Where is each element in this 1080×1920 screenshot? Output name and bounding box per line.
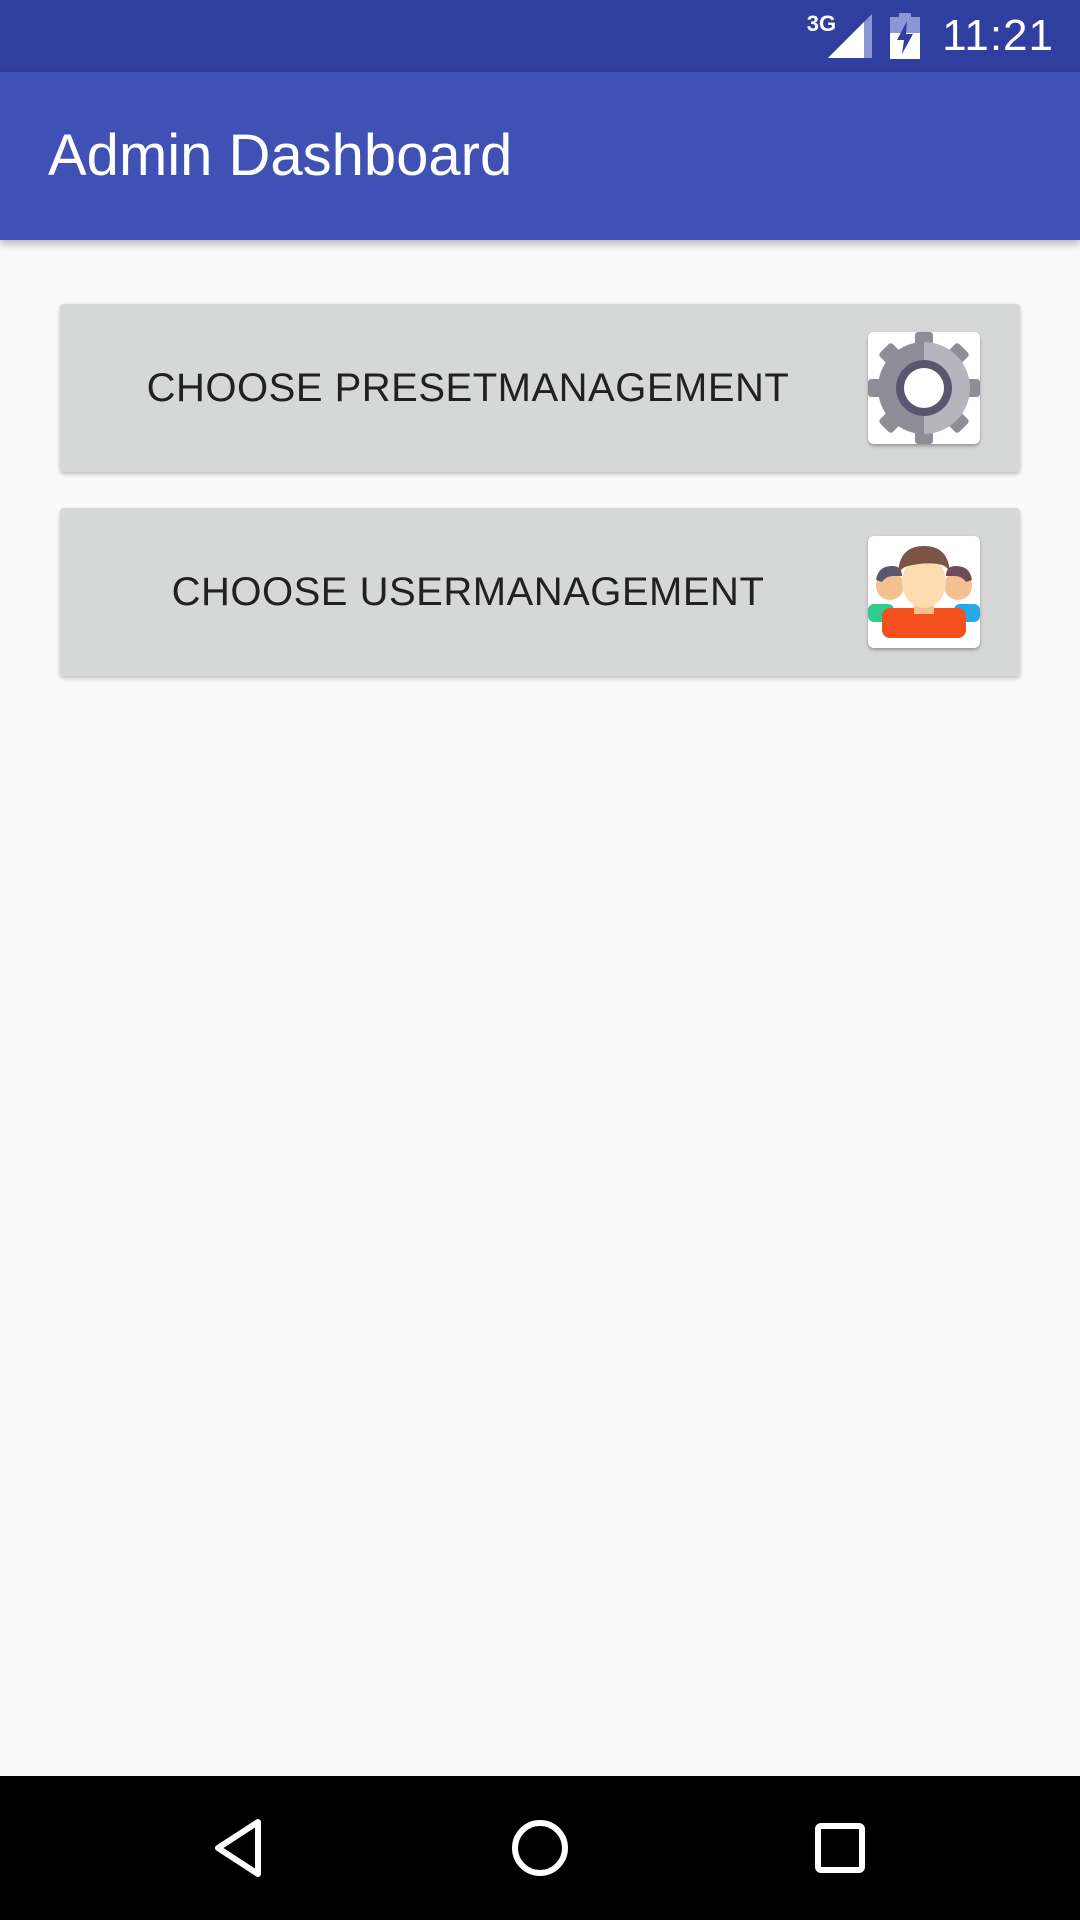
button-label: CHOOSE USERMANAGEMENT xyxy=(171,570,765,614)
main-content: CHOOSE PRESETMANAGEMENT CHOOSE USERMANAG… xyxy=(0,240,1080,1776)
choose-preset-management-button[interactable]: CHOOSE PRESETMANAGEMENT xyxy=(60,304,1020,472)
back-icon[interactable] xyxy=(204,1812,276,1884)
app-bar: Admin Dashboard xyxy=(0,72,1080,240)
choose-user-management-button[interactable]: CHOOSE USERMANAGEMENT xyxy=(60,508,1020,676)
status-bar: 3G 11:21 xyxy=(0,0,1080,72)
users-group-icon xyxy=(868,536,980,648)
clock: 11:21 xyxy=(942,11,1054,60)
home-icon[interactable] xyxy=(504,1812,576,1884)
recent-apps-icon[interactable] xyxy=(804,1812,876,1884)
page-title: Admin Dashboard xyxy=(48,123,513,188)
button-label: CHOOSE PRESETMANAGEMENT xyxy=(146,366,790,410)
gear-icon xyxy=(868,332,980,444)
network-type: 3G xyxy=(806,11,837,36)
navigation-bar xyxy=(0,1776,1080,1920)
battery-charging-icon xyxy=(890,13,921,59)
status-icons: 3G 11:21 xyxy=(807,0,1054,72)
